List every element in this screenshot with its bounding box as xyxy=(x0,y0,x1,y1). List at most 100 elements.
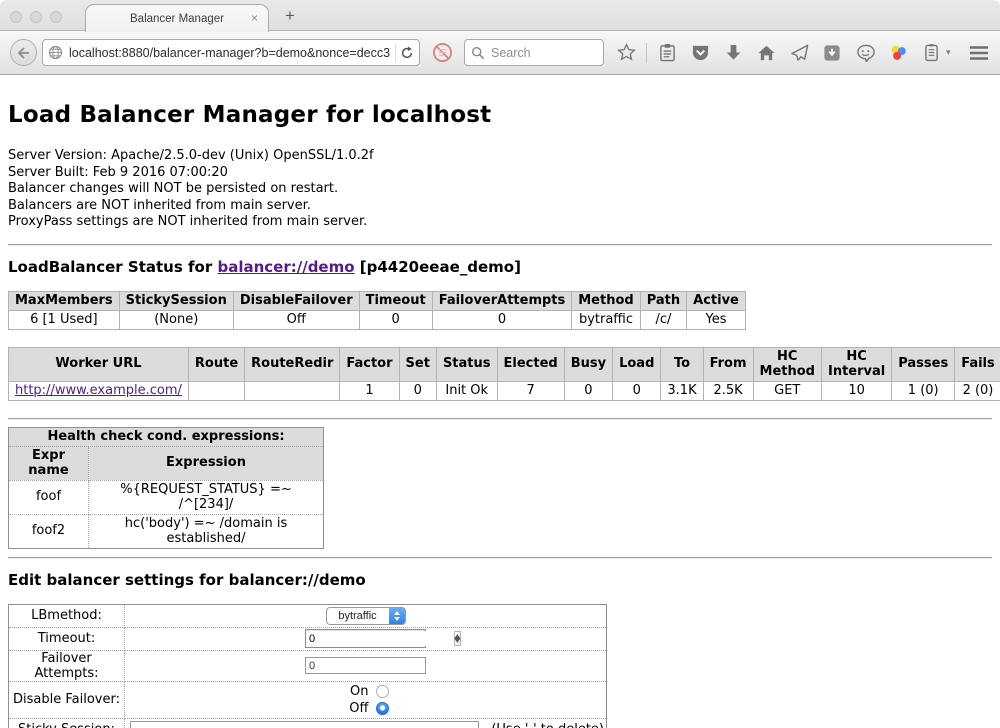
failover-attempts-row: Failover Attempts: xyxy=(9,650,607,681)
balancer-link[interactable]: balancer://demo xyxy=(217,258,354,276)
server-info: Server Version: Apache/2.5.0-dev (Unix) … xyxy=(8,148,992,231)
timeout-row: Timeout: ▲▼ xyxy=(9,627,607,650)
minimize-window-button[interactable] xyxy=(30,11,42,23)
timeout-input-field[interactable] xyxy=(306,631,454,646)
health-check-table: Health check cond. expressions: Expr nam… xyxy=(8,427,324,549)
reload-icon[interactable] xyxy=(400,46,414,60)
number-spinner-icon[interactable]: ▲▼ xyxy=(454,631,461,646)
worker-url-link[interactable]: http://www.example.com/ xyxy=(15,383,182,398)
lbmethod-label: LBmethod: xyxy=(9,604,125,627)
col-routeredir: RouteRedir xyxy=(245,347,340,381)
cell-to: 3.1K xyxy=(661,381,703,400)
blocked-content-icon[interactable] xyxy=(432,42,453,63)
dropdown-caret-icon[interactable]: ▾ xyxy=(946,47,951,58)
col-hc-interval: HC Interval xyxy=(821,347,891,381)
col-worker-url: Worker URL xyxy=(9,347,189,381)
sticky-session-hint: (Use '-' to delete) xyxy=(491,722,604,728)
send-icon[interactable] xyxy=(789,43,809,63)
timeout-input[interactable]: ▲▼ xyxy=(305,629,426,648)
page-content: Load Balancer Manager for localhost Serv… xyxy=(0,102,1000,728)
cell-expression: hc('body') =~ /domain is established/ xyxy=(89,514,324,548)
table-row: foof2 hc('body') =~ /domain is establish… xyxy=(9,514,324,548)
col-busy: Busy xyxy=(564,347,612,381)
cell-maxmembers: 6 [1 Used] xyxy=(9,310,120,329)
table-row: foof %{REQUEST_STATUS} =~ /^[234]/ xyxy=(9,480,324,514)
cell-timeout: 0 xyxy=(359,310,432,329)
table-title-row: Health check cond. expressions: xyxy=(9,427,324,446)
back-icon xyxy=(17,47,31,59)
cell-expr-name: foof xyxy=(9,480,89,514)
save-to-device-icon[interactable] xyxy=(822,43,842,63)
cell-passes: 1 (0) xyxy=(892,381,955,400)
proxypass-notice-line: ProxyPass settings are NOT inherited fro… xyxy=(8,214,992,231)
table-row: 6 [1 Used] (None) Off 0 0 bytraffic /c/ … xyxy=(9,310,746,329)
close-window-button[interactable] xyxy=(10,11,22,23)
col-load: Load xyxy=(613,347,661,381)
cell-path: /c/ xyxy=(640,310,686,329)
cell-hc-interval: 10 xyxy=(821,381,891,400)
tab-close-icon[interactable]: × xyxy=(251,11,258,25)
col-active: Active xyxy=(687,291,746,310)
col-path: Path xyxy=(640,291,686,310)
col-timeout: Timeout xyxy=(359,291,432,310)
sticky-session-label: Sticky Session: xyxy=(9,718,125,728)
divider xyxy=(8,418,992,420)
lbmethod-select[interactable]: bytraffic xyxy=(326,607,406,625)
cell-load: 0 xyxy=(613,381,661,400)
url-bar[interactable]: localhost:8880/balancer-manager?b=demo&n… xyxy=(42,39,420,66)
failover-attempts-input[interactable] xyxy=(305,657,426,674)
search-bar[interactable]: Search xyxy=(464,39,604,66)
zoom-window-button[interactable] xyxy=(50,11,62,23)
radio-off[interactable] xyxy=(376,702,389,715)
url-divider xyxy=(395,44,396,62)
persist-notice-line: Balancer changes will NOT be persisted o… xyxy=(8,181,992,198)
globe-icon xyxy=(48,45,63,60)
worker-table: Worker URL Route RouteRedir Factor Set S… xyxy=(8,347,1000,401)
col-from: From xyxy=(703,347,753,381)
col-expression: Expression xyxy=(89,446,324,480)
bookmark-star-icon[interactable] xyxy=(616,43,636,63)
menu-icon[interactable] xyxy=(969,45,989,61)
select-stepper-icon xyxy=(389,607,405,625)
notes-icon[interactable] xyxy=(921,43,941,63)
col-elected: Elected xyxy=(497,347,564,381)
cell-hc-method: GET xyxy=(753,381,821,400)
new-tab-button[interactable]: + xyxy=(285,6,295,26)
status-heading-suffix: [p4420eeae_demo] xyxy=(360,258,521,276)
cell-elected: 7 xyxy=(497,381,564,400)
tab-balancer-manager[interactable]: Balancer Manager × xyxy=(85,4,269,32)
toolbar-divider xyxy=(646,43,647,63)
status-heading-prefix: LoadBalancer Status for xyxy=(8,258,212,276)
balancer-settings-form: LBmethod: bytraffic Timeout: xyxy=(8,604,607,728)
table-header-row: Worker URL Route RouteRedir Factor Set S… xyxy=(9,347,1000,381)
browser-window: Balancer Manager × + localhost:8880/bala… xyxy=(0,0,1000,728)
pocket-icon[interactable] xyxy=(690,43,710,63)
col-stickysession: StickySession xyxy=(119,291,233,310)
radio-off-label: Off xyxy=(343,701,369,716)
cell-routeredir xyxy=(245,381,340,400)
tab-title: Balancer Manager xyxy=(130,13,224,25)
balancer-status-table: MaxMembers StickySession DisableFailover… xyxy=(8,291,746,330)
window-controls[interactable] xyxy=(10,11,62,23)
cell-expression: %{REQUEST_STATUS} =~ /^[234]/ xyxy=(89,480,324,514)
failover-attempts-label: Failover Attempts: xyxy=(9,650,125,681)
divider xyxy=(8,557,992,559)
colored-dots-icon[interactable] xyxy=(888,43,908,63)
download-icon[interactable] xyxy=(723,43,743,63)
toolbar-buttons: ▾ xyxy=(616,43,951,63)
radio-on[interactable] xyxy=(376,685,389,698)
back-button[interactable] xyxy=(10,39,37,66)
col-set: Set xyxy=(399,347,436,381)
url-text[interactable]: localhost:8880/balancer-manager?b=demo&n… xyxy=(69,46,391,60)
sticky-session-input[interactable] xyxy=(130,721,479,728)
forum-smiley-icon[interactable] xyxy=(855,43,875,63)
table-header-row: MaxMembers StickySession DisableFailover… xyxy=(9,291,746,310)
search-icon xyxy=(471,46,485,60)
home-icon[interactable] xyxy=(756,43,776,63)
disable-failover-row: Disable Failover: On Off xyxy=(9,681,607,718)
cell-from: 2.5K xyxy=(703,381,753,400)
col-expr-name: Expr name xyxy=(9,446,89,480)
cell-status: Init Ok xyxy=(436,381,497,400)
status-heading: LoadBalancer Status for balancer://demo … xyxy=(8,258,992,276)
clipboard-icon[interactable] xyxy=(657,43,677,63)
